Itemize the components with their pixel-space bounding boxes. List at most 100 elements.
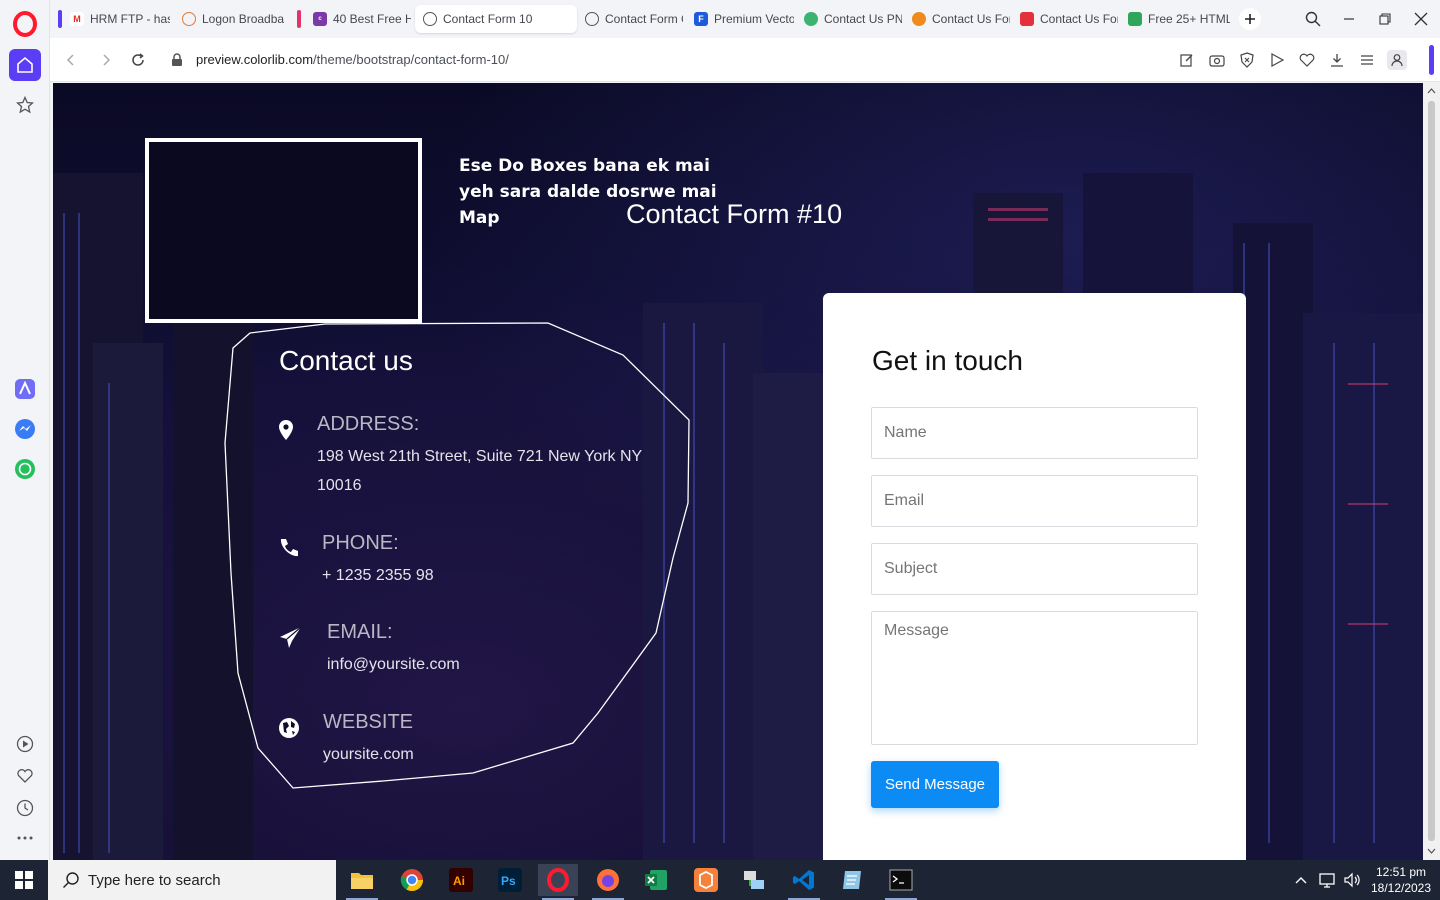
easy-setup-icon[interactable] (1357, 50, 1377, 70)
tab[interactable]: M HRM FTP - has (58, 5, 170, 33)
email-input[interactable] (871, 475, 1198, 527)
contact-form-card: Get in touch Send Message (823, 293, 1246, 860)
search-placeholder: Type here to search (88, 871, 221, 889)
location-pin-icon (275, 419, 297, 441)
photoshop-icon[interactable]: Ps (490, 864, 530, 896)
tab[interactable]: Logon Broadba (174, 5, 288, 33)
address-label: ADDRESS: (317, 413, 420, 435)
page-title: Contact Form #10 (626, 199, 843, 229)
website-value[interactable]: yoursite.com (323, 740, 414, 769)
address-line: 198 West 21th Street, Suite 721 New York… (317, 448, 643, 465)
svg-text:Ps: Ps (501, 874, 516, 888)
email-value[interactable]: info@yoursite.com (327, 650, 460, 679)
excel-icon[interactable] (636, 864, 676, 896)
tab[interactable]: Contact Us For (904, 5, 1010, 33)
more-icon[interactable] (9, 822, 41, 854)
file-explorer-icon[interactable] (342, 864, 382, 900)
tab[interactable]: Contact Form C (577, 5, 683, 33)
sidebar-indicator (1429, 45, 1434, 75)
tab-active[interactable]: Contact Form 10 (415, 5, 577, 33)
notepad-icon[interactable] (832, 864, 872, 896)
send-icon[interactable] (1267, 50, 1287, 70)
aria-icon[interactable] (9, 373, 41, 405)
minimize-icon[interactable] (1338, 8, 1360, 30)
note-line: Ese Do Boxes bana ek mai (459, 156, 710, 176)
bookmark-heart-icon[interactable] (1297, 50, 1317, 70)
url-path: /theme/bootstrap/contact-form-10/ (313, 52, 509, 67)
message-textarea[interactable] (871, 611, 1198, 745)
windows-taskbar: Type here to search Ai Ps 12:51 pm 18/12… (0, 860, 1440, 900)
adblock-icon[interactable] (1237, 50, 1257, 70)
taskbar-clock[interactable]: 12:51 pm 18/12/2023 (1366, 864, 1436, 896)
opera-sidebar (0, 0, 50, 860)
phone-icon (278, 537, 300, 559)
windows-start-icon[interactable] (0, 860, 48, 900)
address-line: 10016 (317, 477, 362, 494)
tab[interactable]: c 40 Best Free H (297, 5, 411, 33)
home-icon[interactable] (9, 49, 41, 81)
network-icon[interactable] (1318, 860, 1338, 900)
lock-icon[interactable] (166, 49, 188, 71)
website-label: WEBSITE (323, 711, 414, 733)
whatsapp-icon[interactable] (9, 453, 41, 485)
send-message-button[interactable]: Send Message (871, 761, 999, 808)
tab[interactable]: Contact Us PN (796, 5, 902, 33)
history-icon[interactable] (9, 792, 41, 824)
globe-icon (278, 717, 300, 739)
gmail-icon: M (70, 12, 84, 26)
broadband-icon (182, 12, 196, 26)
messenger-icon[interactable] (9, 413, 41, 445)
search-tabs-icon[interactable] (1302, 8, 1324, 30)
tab-bar: M HRM FTP - has Logon Broadba c 40 Best … (50, 0, 1440, 38)
close-icon[interactable] (1410, 8, 1432, 30)
opera-logo-icon[interactable] (13, 11, 37, 37)
new-tab-icon[interactable] (1239, 8, 1261, 30)
tab[interactable]: F Premium Vecto (686, 5, 794, 33)
phone-value: + 1235 2355 98 (322, 567, 434, 584)
app-icon[interactable] (686, 864, 726, 896)
star-icon[interactable] (9, 89, 41, 121)
page-viewport: Ese Do Boxes bana ek mai yeh sara dalde … (53, 83, 1423, 860)
tab[interactable]: Free 25+ HTML (1120, 5, 1230, 33)
download-icon[interactable] (1327, 50, 1347, 70)
restore-icon[interactable] (1374, 8, 1396, 30)
back-icon[interactable] (60, 49, 82, 71)
terminal-icon[interactable] (881, 864, 921, 900)
clock-time: 12:51 pm (1375, 865, 1427, 879)
reload-icon[interactable] (127, 49, 149, 71)
orange-icon (912, 12, 926, 26)
tab[interactable]: Contact Us For (1012, 5, 1118, 33)
heart-icon[interactable] (9, 760, 41, 792)
subject-input[interactable] (871, 543, 1198, 595)
illustrator-icon[interactable]: Ai (441, 864, 481, 896)
firefox-icon[interactable] (588, 864, 628, 900)
name-input[interactable] (871, 407, 1198, 459)
edit-icon[interactable] (1177, 50, 1197, 70)
globe-icon (585, 12, 599, 26)
volume-icon[interactable] (1343, 860, 1361, 900)
address-bar: preview.colorlib.com/theme/bootstrap/con… (50, 38, 1440, 82)
pngtree-icon (804, 12, 818, 26)
page-scrollbar[interactable] (1423, 83, 1440, 860)
camera-icon[interactable] (1207, 50, 1227, 70)
contact-heading: Contact us (279, 345, 413, 376)
opera-icon[interactable] (538, 864, 578, 900)
colorlib-icon: c (313, 12, 327, 26)
network-tool-icon[interactable] (734, 864, 774, 896)
profile-icon[interactable] (1387, 50, 1407, 70)
paper-plane-icon (279, 626, 302, 648)
phone-label: PHONE: (322, 532, 399, 554)
url-host: preview.colorlib.com (196, 52, 314, 67)
taskbar-search[interactable]: Type here to search (48, 860, 336, 900)
globe-icon (423, 12, 437, 26)
url-field[interactable]: preview.colorlib.com/theme/bootstrap/con… (196, 52, 509, 67)
search-icon (63, 872, 79, 888)
chrome-icon[interactable] (392, 864, 432, 896)
email-label: EMAIL: (327, 621, 393, 643)
vscode-icon[interactable] (784, 864, 824, 900)
freepik-icon: F (694, 12, 708, 26)
player-icon[interactable] (9, 728, 41, 760)
forward-icon[interactable] (95, 49, 117, 71)
tray-expand-icon[interactable] (1294, 860, 1308, 900)
red-icon (1020, 12, 1034, 26)
